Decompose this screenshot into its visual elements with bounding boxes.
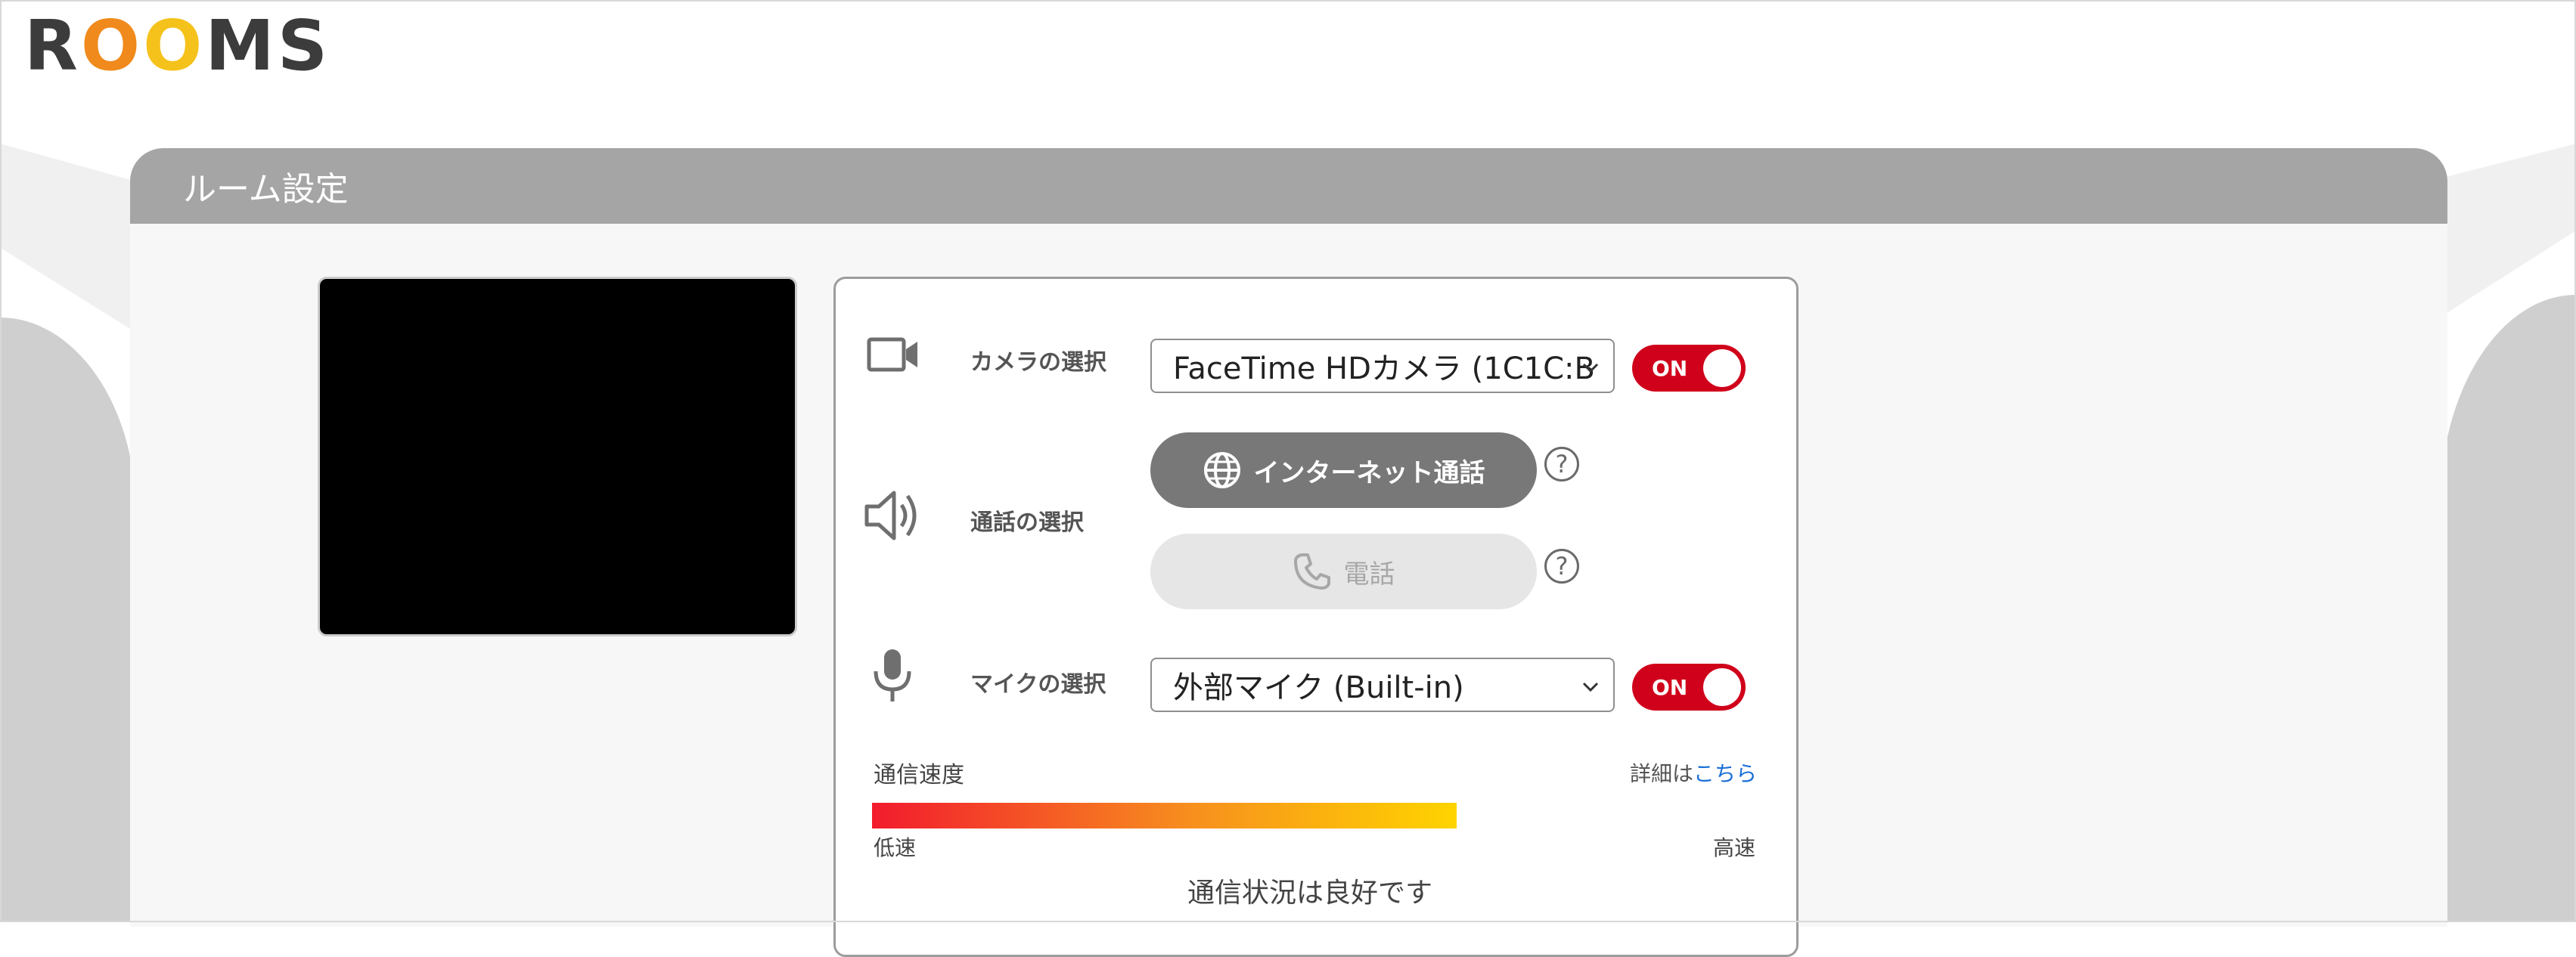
background-decoration-right bbox=[2440, 144, 2576, 317]
rooms-logo: R O O MS bbox=[24, 5, 331, 86]
help-mark: ? bbox=[1555, 552, 1569, 581]
toggle-knob bbox=[1703, 668, 1741, 706]
speed-low-label: 低速 bbox=[874, 835, 917, 860]
logo-letter: O bbox=[143, 5, 206, 86]
mic-select-label: マイクの選択 bbox=[970, 671, 1106, 698]
phone-call-label: 電話 bbox=[1343, 559, 1395, 590]
mic-select[interactable]: 外部マイク (Built-in) bbox=[1150, 658, 1615, 712]
camera-select[interactable]: FaceTime HDカメラ (1C1C:B bbox=[1150, 339, 1615, 393]
camera-icon bbox=[867, 337, 917, 372]
background-decoration-left bbox=[0, 144, 136, 333]
mic-toggle[interactable]: ON bbox=[1632, 664, 1746, 711]
camera-preview bbox=[318, 277, 797, 636]
toggle-knob bbox=[1703, 349, 1741, 387]
page-title: ルーム設定 bbox=[183, 170, 349, 209]
globe-icon bbox=[1203, 452, 1240, 488]
call-select-label: 通話の選択 bbox=[970, 509, 1084, 536]
chevron-down-icon bbox=[1582, 682, 1599, 692]
speed-detail-link[interactable]: こちら bbox=[1693, 761, 1757, 786]
mic-select-value: 外部マイク (Built-in) bbox=[1173, 671, 1464, 705]
speed-detail-prefix: 詳細は bbox=[1630, 761, 1694, 786]
camera-toggle-state: ON bbox=[1652, 355, 1688, 381]
help-mark: ? bbox=[1555, 450, 1569, 478]
phone-call-button[interactable]: 電話 bbox=[1150, 534, 1537, 609]
logo-letter: MS bbox=[205, 5, 331, 86]
speed-high-label: 高速 bbox=[1713, 835, 1756, 860]
camera-toggle[interactable]: ON bbox=[1632, 345, 1746, 392]
speaker-icon bbox=[864, 491, 917, 540]
mic-toggle-state: ON bbox=[1652, 674, 1688, 700]
internet-call-help-icon[interactable]: ? bbox=[1544, 447, 1579, 482]
phone-call-help-icon[interactable]: ? bbox=[1544, 549, 1579, 584]
chevron-down-icon bbox=[1582, 363, 1599, 373]
speed-detail: 詳細はこちら bbox=[1630, 757, 1757, 788]
background-arch-right bbox=[2440, 295, 2576, 922]
phone-icon bbox=[1293, 553, 1330, 590]
internet-call-label: インターネット通話 bbox=[1253, 457, 1485, 488]
speed-label: 通信速度 bbox=[874, 762, 964, 788]
logo-letter: R bbox=[24, 5, 81, 86]
logo-letter: O bbox=[80, 5, 144, 86]
camera-select-label: カメラの選択 bbox=[970, 349, 1106, 376]
speed-gradient-bar bbox=[872, 803, 1457, 828]
microphone-icon bbox=[874, 649, 911, 701]
connection-status: 通信状況は良好です bbox=[1187, 878, 1433, 909]
panel-header: ルーム設定 bbox=[130, 148, 2447, 224]
background-arch-left bbox=[0, 317, 136, 922]
internet-call-button[interactable]: インターネット通話 bbox=[1150, 432, 1537, 508]
camera-select-value: FaceTime HDカメラ (1C1C:B bbox=[1173, 352, 1595, 386]
